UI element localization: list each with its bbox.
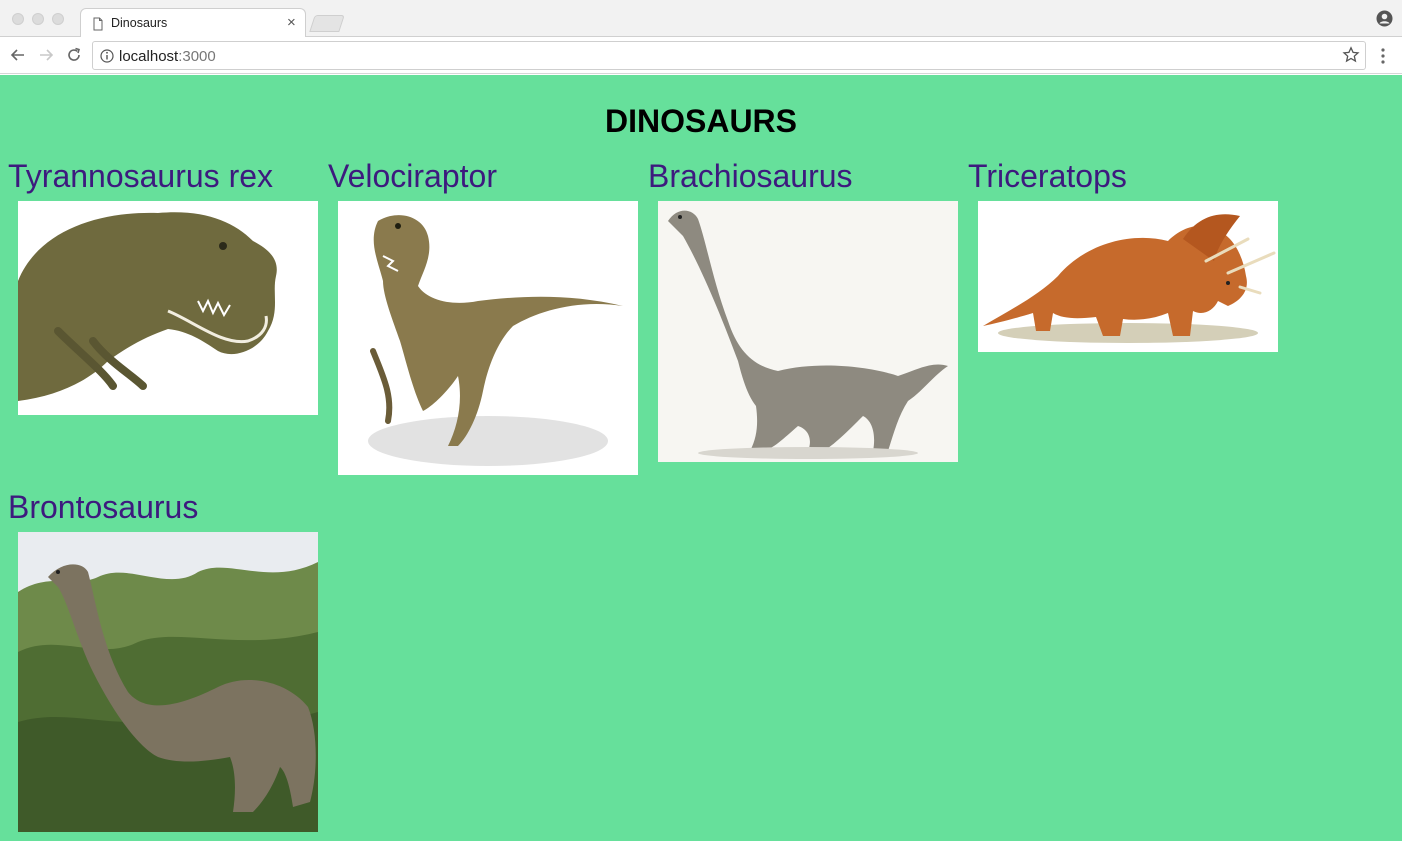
forward-arrow-icon[interactable] — [36, 45, 56, 65]
page-title: DINOSAURS — [604, 103, 797, 139]
triceratops-image — [978, 201, 1278, 352]
url-text: localhost:3000 — [119, 48, 216, 65]
new-tab-button[interactable] — [309, 15, 345, 32]
profile-icon[interactable] — [1376, 10, 1393, 27]
url-host: localhost — [119, 48, 179, 65]
dinosaur-name: Velociraptor — [328, 158, 497, 194]
brontosaurus-image — [18, 532, 318, 832]
url-port: :3000 — [178, 48, 216, 65]
close-window-button[interactable] — [12, 13, 24, 25]
back-arrow-icon[interactable] — [8, 45, 28, 65]
brachiosaurus-image — [658, 201, 958, 462]
reload-icon[interactable] — [64, 45, 84, 65]
t-rex-image — [18, 201, 318, 415]
page-icon — [93, 17, 103, 31]
tab-close-icon[interactable]: × — [287, 14, 296, 32]
tab-strip: Dinosaurs × — [0, 0, 1402, 38]
browser-toolbar: localhost:3000 — [0, 37, 1402, 74]
menu-kebab-icon[interactable] — [1376, 46, 1390, 66]
dinosaur-name: Triceratops — [968, 158, 1127, 194]
info-icon[interactable] — [99, 48, 115, 64]
velociraptor-image — [338, 201, 638, 475]
dinosaur-name: Tyrannosaurus rex — [8, 158, 274, 194]
tab-dinosaurs[interactable]: Dinosaurs × — [80, 8, 306, 38]
bookmark-star-icon[interactable] — [1342, 46, 1360, 64]
tab-title: Dinosaurs — [111, 16, 168, 30]
zoom-window-button[interactable] — [52, 13, 64, 25]
address-bar[interactable]: localhost:3000 — [92, 41, 1366, 70]
page-content: DINOSAURS Tyrannosaurus rex Velociraptor — [0, 75, 1402, 841]
dinosaur-name: Brontosaurus — [8, 489, 199, 525]
dinosaur-name: Brachiosaurus — [648, 158, 853, 194]
minimize-window-button[interactable] — [32, 13, 44, 25]
